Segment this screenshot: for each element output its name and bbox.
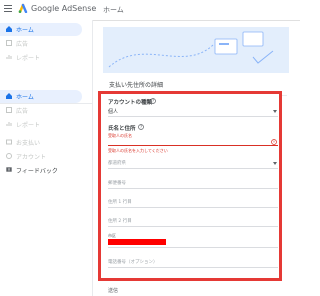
address-line1-input[interactable]: 住所 1 行目 (108, 199, 132, 205)
sidebar-item-label: レポート (16, 122, 41, 129)
svg-text:?: ? (152, 99, 154, 104)
page-title: 支払い先住所の詳細 (109, 82, 164, 89)
reports-icon (6, 55, 12, 59)
name-field-underline (108, 145, 278, 146)
sidebar-item-feedback[interactable]: フィードバック (0, 164, 82, 177)
top-app-bar: Google AdSense ホーム (0, 0, 300, 21)
name-error-text: 受取人の氏名を入力してください (108, 148, 168, 153)
prefecture-select[interactable]: 都道府県 (108, 160, 126, 166)
chevron-down-icon[interactable] (273, 110, 277, 113)
account-type-label: アカウントの種類 (108, 100, 153, 106)
account-icon (6, 153, 12, 159)
ads-icon (6, 40, 12, 46)
sidebar-item-account[interactable]: アカウント (0, 150, 82, 163)
feedback-icon (6, 167, 12, 172)
postal-code-underline (108, 188, 278, 189)
sidebar-item-label: レポート (16, 55, 41, 62)
name-address-label: 氏名と住所 (108, 126, 136, 132)
sidebar: ホーム 広告 レポート ホーム 広告 レポート お支払い アカウント フィードバ… (0, 20, 92, 296)
sidebar-item-payments[interactable]: お支払い (0, 136, 82, 149)
help-icon[interactable]: ? (138, 124, 144, 130)
sidebar-item-label: ホーム (16, 27, 34, 34)
payments-icon (6, 139, 12, 145)
phone-underline (108, 267, 278, 268)
address-line2-input[interactable]: 住所 2 行目 (108, 218, 132, 224)
sidebar-item-label: フィードバック (16, 168, 58, 175)
reports-icon (6, 122, 12, 126)
prefecture-underline (108, 168, 278, 169)
sidebar-item-reports[interactable]: レポート (0, 118, 82, 131)
svg-text:?: ? (140, 125, 142, 130)
home-icon (6, 26, 12, 32)
city-underline (108, 247, 278, 248)
recipient-name-input[interactable] (108, 138, 278, 145)
redacted-city-value[interactable] (108, 239, 166, 245)
sidebar-item-home[interactable]: ホーム (0, 23, 82, 36)
hamburger-menu-icon[interactable] (4, 5, 12, 13)
sidebar-item-ads[interactable]: 広告 (0, 104, 82, 117)
sidebar-item-label: 広告 (16, 108, 29, 115)
breadcrumb: ホーム (103, 6, 124, 14)
postal-code-input[interactable]: 郵便番号 (108, 180, 126, 186)
account-type-select[interactable]: 個人 (108, 108, 118, 115)
address-line2-underline (108, 226, 278, 227)
sidebar-item-home[interactable]: ホーム (0, 90, 82, 103)
payments-illustration-banner (103, 27, 289, 73)
account-type-underline (108, 116, 278, 117)
sidebar-item-label: 広告 (16, 41, 29, 48)
sidebar-item-label: ホーム (16, 94, 34, 101)
sidebar-item-label: アカウント (16, 154, 47, 161)
sidebar-item-reports[interactable]: レポート (0, 51, 82, 64)
brand-title: Google AdSense (31, 4, 97, 13)
highlighted-address-form: アカウントの種類 ? 個人 氏名と住所 ? 受取人の氏名 受取人の氏名を入力して… (98, 91, 282, 281)
address-line1-underline (108, 207, 278, 208)
chevron-down-icon[interactable] (273, 162, 277, 165)
adsense-logo-icon (18, 3, 28, 13)
help-icon[interactable]: ? (150, 98, 156, 104)
phone-input[interactable]: 電話番号（オプション） (108, 259, 158, 265)
submit-button[interactable]: 送信 (108, 287, 118, 294)
sidebar-item-ads[interactable]: 広告 (0, 37, 82, 50)
ads-icon (6, 107, 12, 113)
home-icon (6, 93, 12, 99)
sidebar-item-label: お支払い (16, 140, 41, 147)
